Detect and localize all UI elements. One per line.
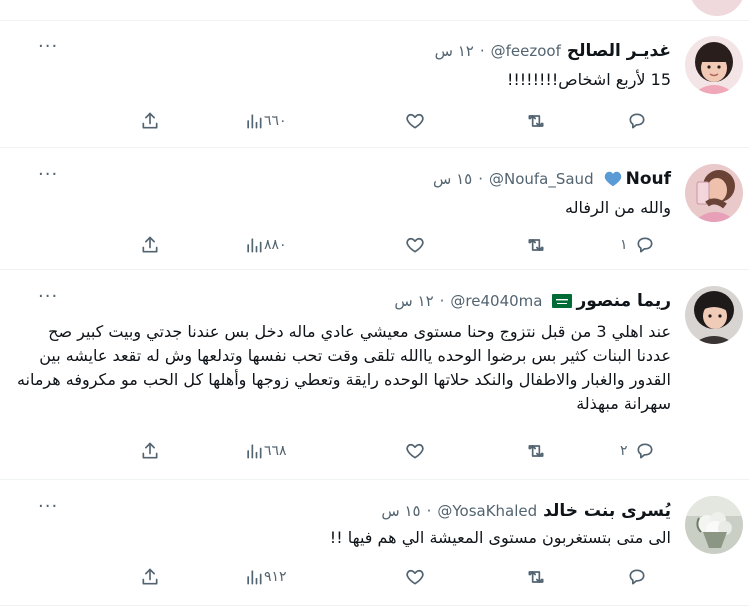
- more-options-icon[interactable]: ···: [38, 288, 58, 306]
- views-count: ٦٦٠: [264, 113, 287, 129]
- reply-button[interactable]: ١: [620, 232, 656, 258]
- retweet-button[interactable]: [525, 564, 547, 590]
- heart-icon: [406, 237, 424, 253]
- share-icon: [142, 236, 158, 253]
- dot-separator: ·: [479, 42, 485, 60]
- retweet-icon: [528, 445, 544, 457]
- handle[interactable]: @feezoof: [491, 42, 561, 60]
- like-button[interactable]: [405, 438, 425, 464]
- like-button[interactable]: [405, 232, 425, 258]
- dot-separator: ·: [426, 502, 432, 520]
- tweet[interactable]: Nouf @Noufa_Saud · ١٥ س ··· والله من الر…: [0, 148, 749, 270]
- timestamp[interactable]: ١٢ س: [394, 292, 433, 310]
- timestamp[interactable]: ١٥ س: [433, 170, 472, 188]
- reply-bubble-icon: [637, 443, 653, 459]
- more-options-icon[interactable]: ···: [38, 498, 58, 516]
- tweet-text: 15 لأربع اشخاص!!!!!!!!: [506, 70, 671, 89]
- views-button[interactable]: ٨٨٠: [244, 232, 293, 258]
- display-name[interactable]: ريما منصور: [576, 291, 671, 311]
- views-button[interactable]: ٦٦٨: [244, 438, 293, 464]
- avatar[interactable]: [685, 496, 743, 554]
- retweet-icon: [528, 239, 544, 251]
- retweet-button[interactable]: [525, 232, 547, 258]
- share-button[interactable]: [140, 232, 160, 258]
- like-button[interactable]: [405, 564, 425, 590]
- tweet-actions: ٩١٢: [0, 564, 749, 590]
- heart-icon: [406, 569, 424, 585]
- views-chart-icon: [247, 238, 262, 253]
- reply-bubble-icon: [629, 113, 645, 129]
- share-button[interactable]: [140, 564, 160, 590]
- display-name[interactable]: غديـر الصالح: [567, 41, 671, 61]
- share-icon: [142, 442, 158, 459]
- views-button[interactable]: ٦٦٠: [244, 108, 293, 134]
- saudi-flag-badge-icon: [552, 294, 573, 308]
- reply-button[interactable]: [620, 108, 648, 134]
- views-count: ٦٦٨: [264, 443, 287, 459]
- share-icon: [142, 568, 158, 585]
- avatar[interactable]: [685, 164, 743, 222]
- tweet[interactable]: غديـر الصالح @feezoof · ١٢ س ··· 15 لأرب…: [0, 20, 749, 148]
- views-button[interactable]: ٩١٢: [244, 564, 293, 590]
- reply-count: ١: [620, 237, 628, 253]
- views-chart-icon: [247, 570, 262, 585]
- tweet[interactable]: ريما منصور @re4040ma · ١٢ س ··· عند اهلي…: [0, 270, 749, 480]
- dot-separator: ·: [439, 292, 445, 310]
- dot-separator: ·: [478, 170, 483, 188]
- tweet-actions: ٦٦٠: [0, 108, 749, 134]
- heart-icon: [406, 443, 424, 459]
- like-button[interactable]: [405, 108, 425, 134]
- retweet-icon: [528, 115, 544, 127]
- display-name[interactable]: يُسرى بنت خالد: [543, 501, 671, 521]
- share-icon: [142, 112, 158, 129]
- tweet-actions: ٨٨٠ ١: [0, 232, 749, 258]
- blue-heart-badge-icon: [604, 171, 622, 187]
- tweet-text: والله من الرفاله: [565, 198, 671, 217]
- views-count: ٨٨٠: [264, 237, 287, 253]
- views-count: ٩١٢: [264, 569, 287, 585]
- avatar[interactable]: [685, 286, 743, 344]
- retweet-button[interactable]: [525, 438, 547, 464]
- previous-tweet-avatar: [689, 0, 745, 16]
- retweet-button[interactable]: [525, 108, 547, 134]
- views-chart-icon: [247, 114, 262, 129]
- retweet-icon: [528, 571, 544, 583]
- tweet-actions: ٦٦٨ ٢: [0, 438, 749, 464]
- heart-icon: [406, 113, 424, 129]
- views-chart-icon: [247, 444, 262, 459]
- share-button[interactable]: [140, 438, 160, 464]
- tweet-text: عند اهلي 3 من قبل نتزوج وحنا مستوى معيشي…: [16, 322, 671, 413]
- handle[interactable]: @YosaKhaled: [437, 502, 537, 520]
- handle[interactable]: @Noufa_Saud: [489, 170, 594, 188]
- more-options-icon[interactable]: ···: [38, 166, 58, 184]
- display-name[interactable]: Nouf: [626, 169, 671, 189]
- timestamp[interactable]: ١٥ س: [381, 502, 420, 520]
- tweet-text: الى متى بتستغربون مستوى المعيشة الي هم ف…: [329, 528, 671, 547]
- tweet[interactable]: يُسرى بنت خالد @YosaKhaled · ١٥ س ··· ال…: [0, 480, 749, 606]
- reply-bubble-icon: [637, 237, 653, 253]
- share-button[interactable]: [140, 108, 160, 134]
- reply-bubble-icon: [629, 569, 645, 585]
- previous-tweet-edge: [0, 0, 749, 21]
- handle[interactable]: @re4040ma: [450, 292, 542, 310]
- timestamp[interactable]: ١٢ س: [435, 42, 474, 60]
- reply-button[interactable]: ٢: [620, 438, 656, 464]
- more-options-icon[interactable]: ···: [38, 38, 58, 56]
- reply-button[interactable]: [620, 564, 648, 590]
- avatar[interactable]: [685, 36, 743, 94]
- reply-count: ٢: [620, 443, 628, 459]
